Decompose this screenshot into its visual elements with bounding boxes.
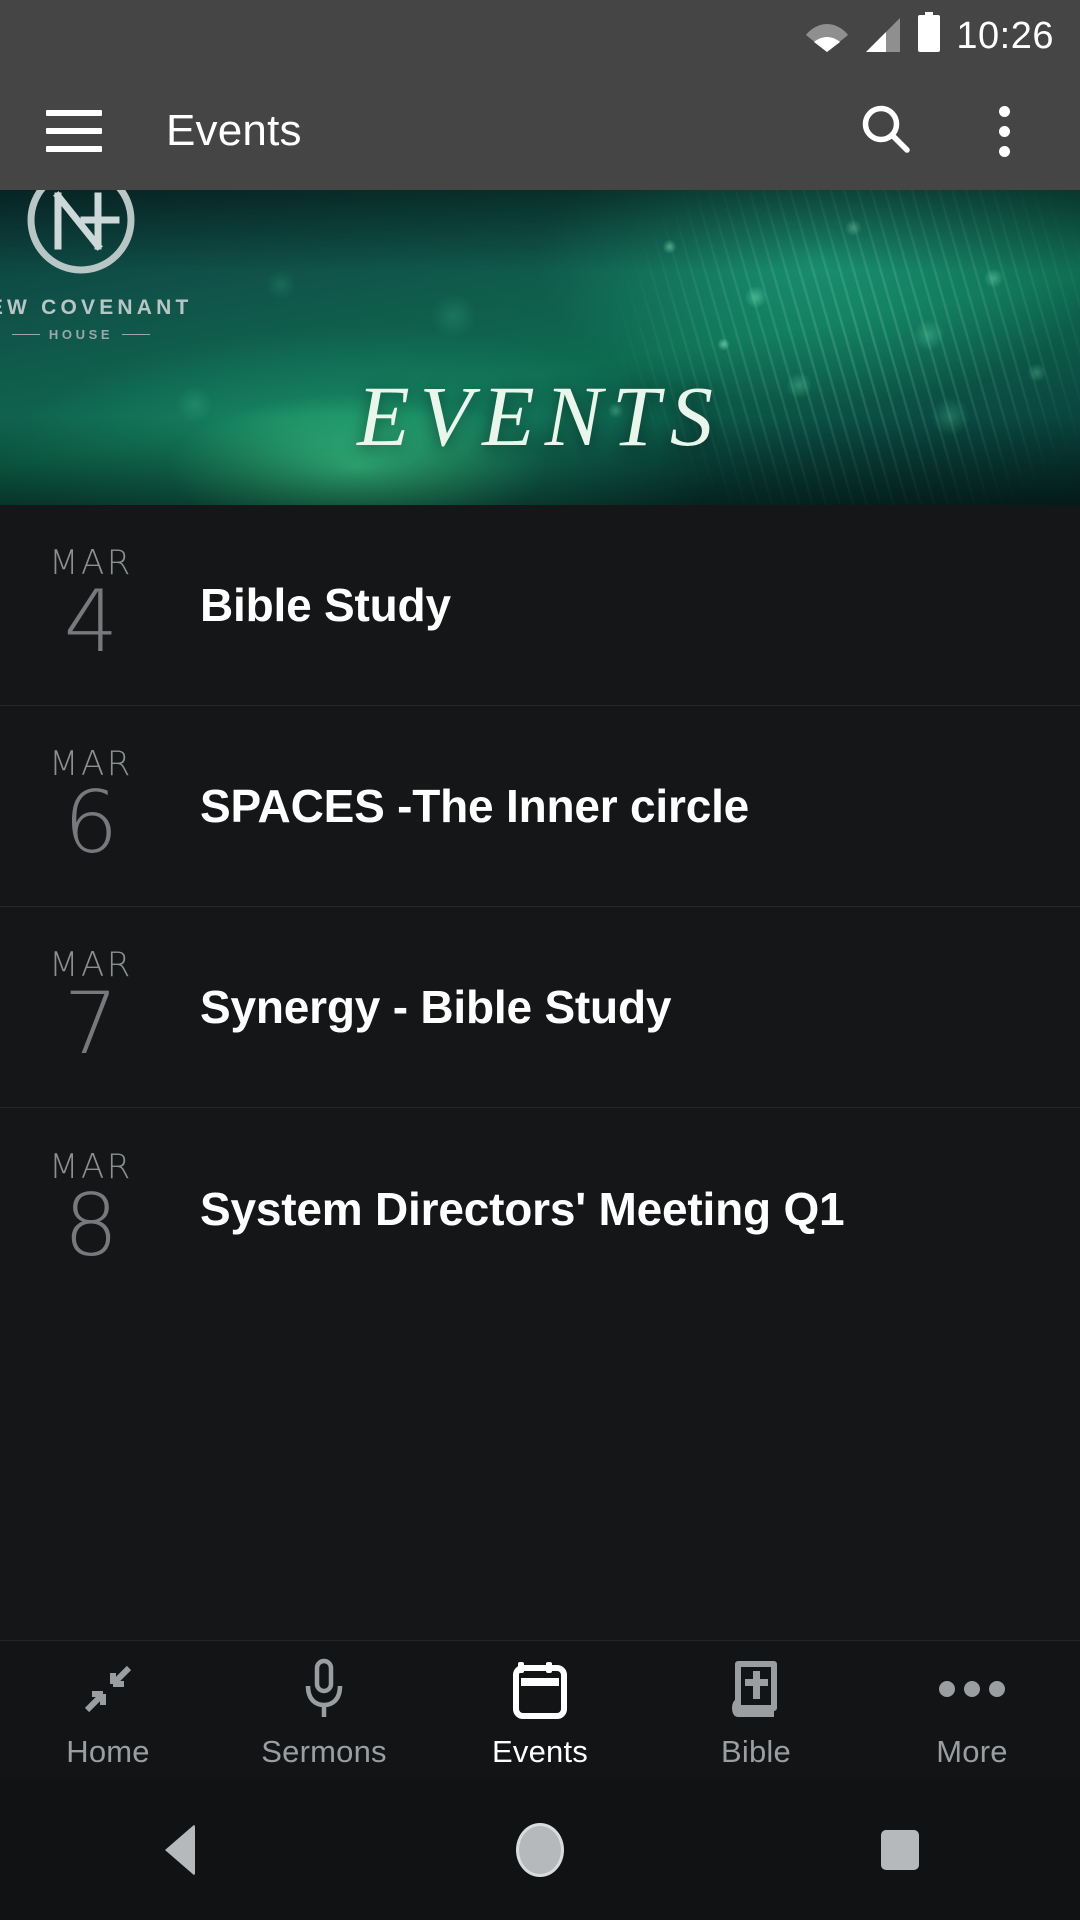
- overflow-menu-button[interactable]: [968, 95, 1040, 167]
- event-day: 8: [63, 1175, 119, 1276]
- church-logo: NEW COVENANT HOUSE: [0, 190, 196, 342]
- tab-events[interactable]: Events: [432, 1641, 648, 1780]
- phone-screen: 10:26 Events W COVENANT HOUSE EVENTS MAR…: [0, 0, 1080, 1920]
- home-button[interactable]: [460, 1780, 620, 1920]
- event-title: Bible Study: [200, 579, 451, 631]
- tab-label: More: [936, 1733, 1008, 1769]
- event-title: SPACES -The Inner circle: [200, 780, 750, 832]
- table-row[interactable]: MAR 7 Synergy - Bible Study: [0, 907, 1080, 1108]
- status-bar: 10:26: [0, 0, 1080, 72]
- hero-title: EVENTS: [357, 368, 723, 464]
- event-date: MAR 7: [0, 946, 200, 1068]
- event-date: MAR 8: [0, 1148, 200, 1270]
- logo-name-text: NEW COVENANT: [0, 296, 193, 319]
- hamburger-menu-icon[interactable]: [46, 110, 102, 152]
- logo-sub-text: HOUSE: [48, 327, 114, 342]
- app-bar: Events: [0, 72, 1080, 190]
- table-row[interactable]: MAR 8 System Directors' Meeting Q1: [0, 1108, 1080, 1309]
- logo-sub-wrap: HOUSE: [0, 327, 196, 342]
- event-date: MAR 6: [0, 745, 200, 867]
- microphone-icon: [300, 1658, 348, 1720]
- tab-home[interactable]: Home: [0, 1641, 216, 1780]
- tab-sermons[interactable]: Sermons: [216, 1641, 432, 1780]
- tab-label: Sermons: [261, 1733, 387, 1769]
- home-circle-icon: [516, 1823, 564, 1877]
- status-bar-icons: [806, 12, 942, 57]
- overflow-menu-icon: [998, 105, 1010, 157]
- search-button[interactable]: [850, 95, 922, 167]
- search-icon: [858, 101, 914, 162]
- page-title: Events: [166, 106, 302, 155]
- table-row[interactable]: MAR 6 SPACES -The Inner circle: [0, 706, 1080, 907]
- tab-more[interactable]: More: [864, 1641, 1080, 1780]
- tab-bible[interactable]: Bible: [648, 1641, 864, 1780]
- ellipsis-icon: [939, 1658, 1005, 1720]
- table-row[interactable]: MAR 4 Bible Study: [0, 505, 1080, 706]
- recents-button[interactable]: [820, 1780, 980, 1920]
- event-title: System Directors' Meeting Q1: [200, 1182, 845, 1235]
- book-cross-icon: [730, 1658, 782, 1720]
- back-button[interactable]: [100, 1780, 260, 1920]
- calendar-icon: [512, 1658, 568, 1720]
- hero-banner: NEW COVENANT HOUSE EVENTS: [0, 190, 1080, 505]
- tab-label: Events: [492, 1733, 588, 1769]
- event-date: MAR 4: [0, 544, 200, 666]
- compress-arrows-icon: [79, 1658, 137, 1720]
- wifi-icon: [806, 18, 849, 57]
- event-day: 6: [63, 773, 119, 873]
- system-navigation-bar: [0, 1780, 1080, 1920]
- event-title: Synergy - Bible Study: [200, 981, 672, 1033]
- event-day: 7: [63, 974, 119, 1074]
- recents-square-icon: [881, 1830, 919, 1870]
- status-bar-clock: 10:26: [956, 15, 1054, 57]
- app-bar-actions: [850, 95, 1080, 167]
- tab-label: Home: [66, 1733, 150, 1769]
- tab-label: Bible: [721, 1733, 791, 1769]
- nh-monogram-icon: [27, 190, 135, 274]
- bottom-tab-bar: Home Sermons Events Bible More: [0, 1640, 1080, 1780]
- battery-icon: [916, 12, 942, 57]
- events-list: MAR 4 Bible Study MAR 6 SPACES -The Inne…: [0, 505, 1080, 1640]
- event-day: 4: [63, 572, 119, 672]
- cell-signal-icon: [862, 18, 902, 57]
- back-triangle-icon: [165, 1824, 195, 1876]
